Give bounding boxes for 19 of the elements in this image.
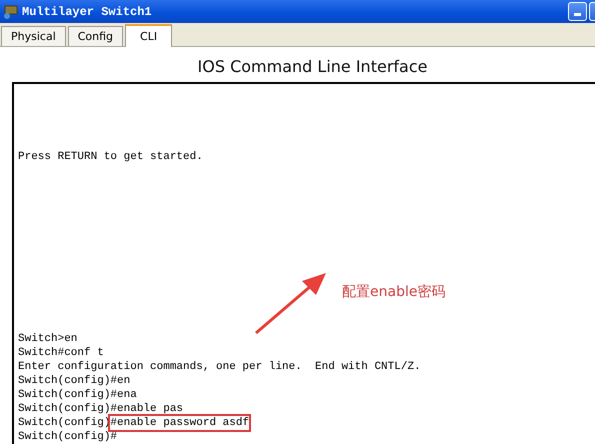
terminal-line: Switch#conf t	[18, 346, 104, 360]
terminal-line: Switch(config)#ena	[18, 388, 137, 402]
terminal-line: Enter configuration commands, one per line. End with CNTL/Z.	[18, 360, 421, 374]
annotation-label: 配置enable密码	[342, 283, 446, 301]
panel-heading: IOS Command Line Interface	[196, 56, 428, 78]
tab[interactable]: Config	[68, 26, 124, 46]
terminal-line: Switch(config)	[18, 416, 110, 430]
terminal-line: Switch(config)#	[18, 430, 118, 444]
highlighted-command: #enable password asdf	[110, 416, 250, 430]
maximize-button[interactable]	[589, 2, 595, 21]
terminal-line: Switch>en	[18, 332, 78, 346]
window-title: Multilayer Switch1	[22, 4, 152, 18]
terminal-line: Press RETURN to get started.	[18, 150, 204, 164]
terminal-line: Switch(config)#en	[18, 374, 130, 388]
tab[interactable]: CLI	[125, 24, 172, 47]
terminal-line: Switch(config)#enable pas	[18, 402, 184, 416]
minimize-button[interactable]	[568, 2, 587, 21]
tab[interactable]: Physical	[1, 26, 66, 46]
switch-icon	[2, 4, 20, 20]
